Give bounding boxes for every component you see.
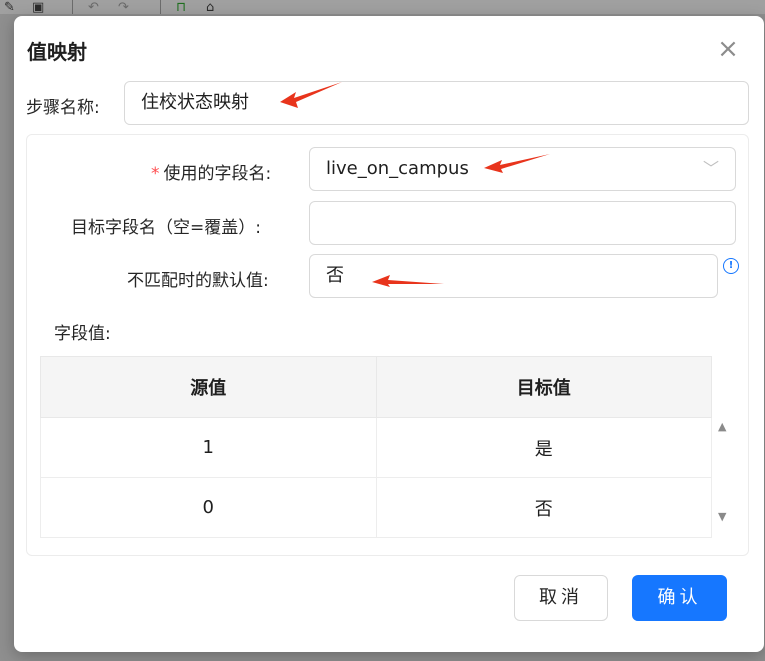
close-icon: × bbox=[717, 34, 739, 64]
cancel-button[interactable]: 取消 bbox=[514, 575, 608, 621]
confirm-button[interactable]: 确认 bbox=[632, 575, 727, 621]
target-field-label: 目标字段名（空=覆盖）: bbox=[71, 218, 261, 238]
annotation-arrow-icon bbox=[484, 154, 550, 173]
annotation-arrow-icon bbox=[372, 275, 444, 287]
target-field-input[interactable] bbox=[309, 201, 736, 245]
table-row[interactable]: 0 否 bbox=[40, 477, 712, 538]
column-header-source: 源值 bbox=[40, 356, 377, 418]
source-value-cell[interactable]: 1 bbox=[40, 417, 377, 478]
edit-icon: ✎ bbox=[4, 0, 15, 15]
target-value-cell[interactable]: 否 bbox=[375, 477, 712, 538]
field-values-table: 源值 目标值 1 是 0 否 bbox=[40, 356, 712, 538]
background-toolbar: ✎ ▣ ↶ ↷ ⊓ ⌂ bbox=[0, 0, 765, 14]
field-name-label-text: 使用的字段名: bbox=[163, 164, 272, 184]
chevron-down-icon: ﹀ bbox=[702, 159, 719, 178]
required-mark: * bbox=[151, 164, 160, 184]
toolbar-divider bbox=[72, 0, 73, 14]
dialog-title: 值映射 bbox=[27, 40, 87, 64]
unlock-icon: ⊓ bbox=[176, 0, 187, 15]
step-name-input[interactable]: 住校状态映射 bbox=[124, 81, 749, 125]
home-icon: ⌂ bbox=[206, 0, 215, 15]
field-name-value: live_on_campus bbox=[326, 158, 469, 179]
scroll-down-icon[interactable]: ▼ bbox=[718, 510, 726, 523]
default-value-label: 不匹配时的默认值: bbox=[127, 271, 269, 291]
target-value-cell[interactable]: 是 bbox=[375, 417, 712, 478]
save-icon: ▣ bbox=[32, 0, 45, 15]
column-header-target: 目标值 bbox=[375, 356, 712, 418]
table-header-row: 源值 目标值 bbox=[40, 356, 712, 418]
scroll-up-icon[interactable]: ▲ bbox=[718, 420, 726, 433]
step-name-label: 步骤名称: bbox=[26, 98, 100, 118]
toolbar-divider bbox=[160, 0, 161, 14]
redo-icon: ↷ bbox=[118, 0, 129, 15]
annotation-arrow-icon bbox=[280, 82, 342, 108]
table-row[interactable]: 1 是 bbox=[40, 417, 712, 478]
value-mapping-dialog: 值映射 × 步骤名称: 住校状态映射 * 使用的字段名: live_on_camp… bbox=[14, 16, 764, 652]
field-values-label: 字段值: bbox=[54, 324, 111, 344]
info-icon[interactable]: ! bbox=[723, 258, 739, 274]
field-name-label: * 使用的字段名: bbox=[151, 159, 271, 184]
undo-icon: ↶ bbox=[88, 0, 99, 15]
table-scrollbar[interactable]: ▲ ▼ bbox=[714, 414, 734, 528]
source-value-cell[interactable]: 0 bbox=[40, 477, 377, 538]
close-button[interactable]: × bbox=[716, 36, 740, 62]
